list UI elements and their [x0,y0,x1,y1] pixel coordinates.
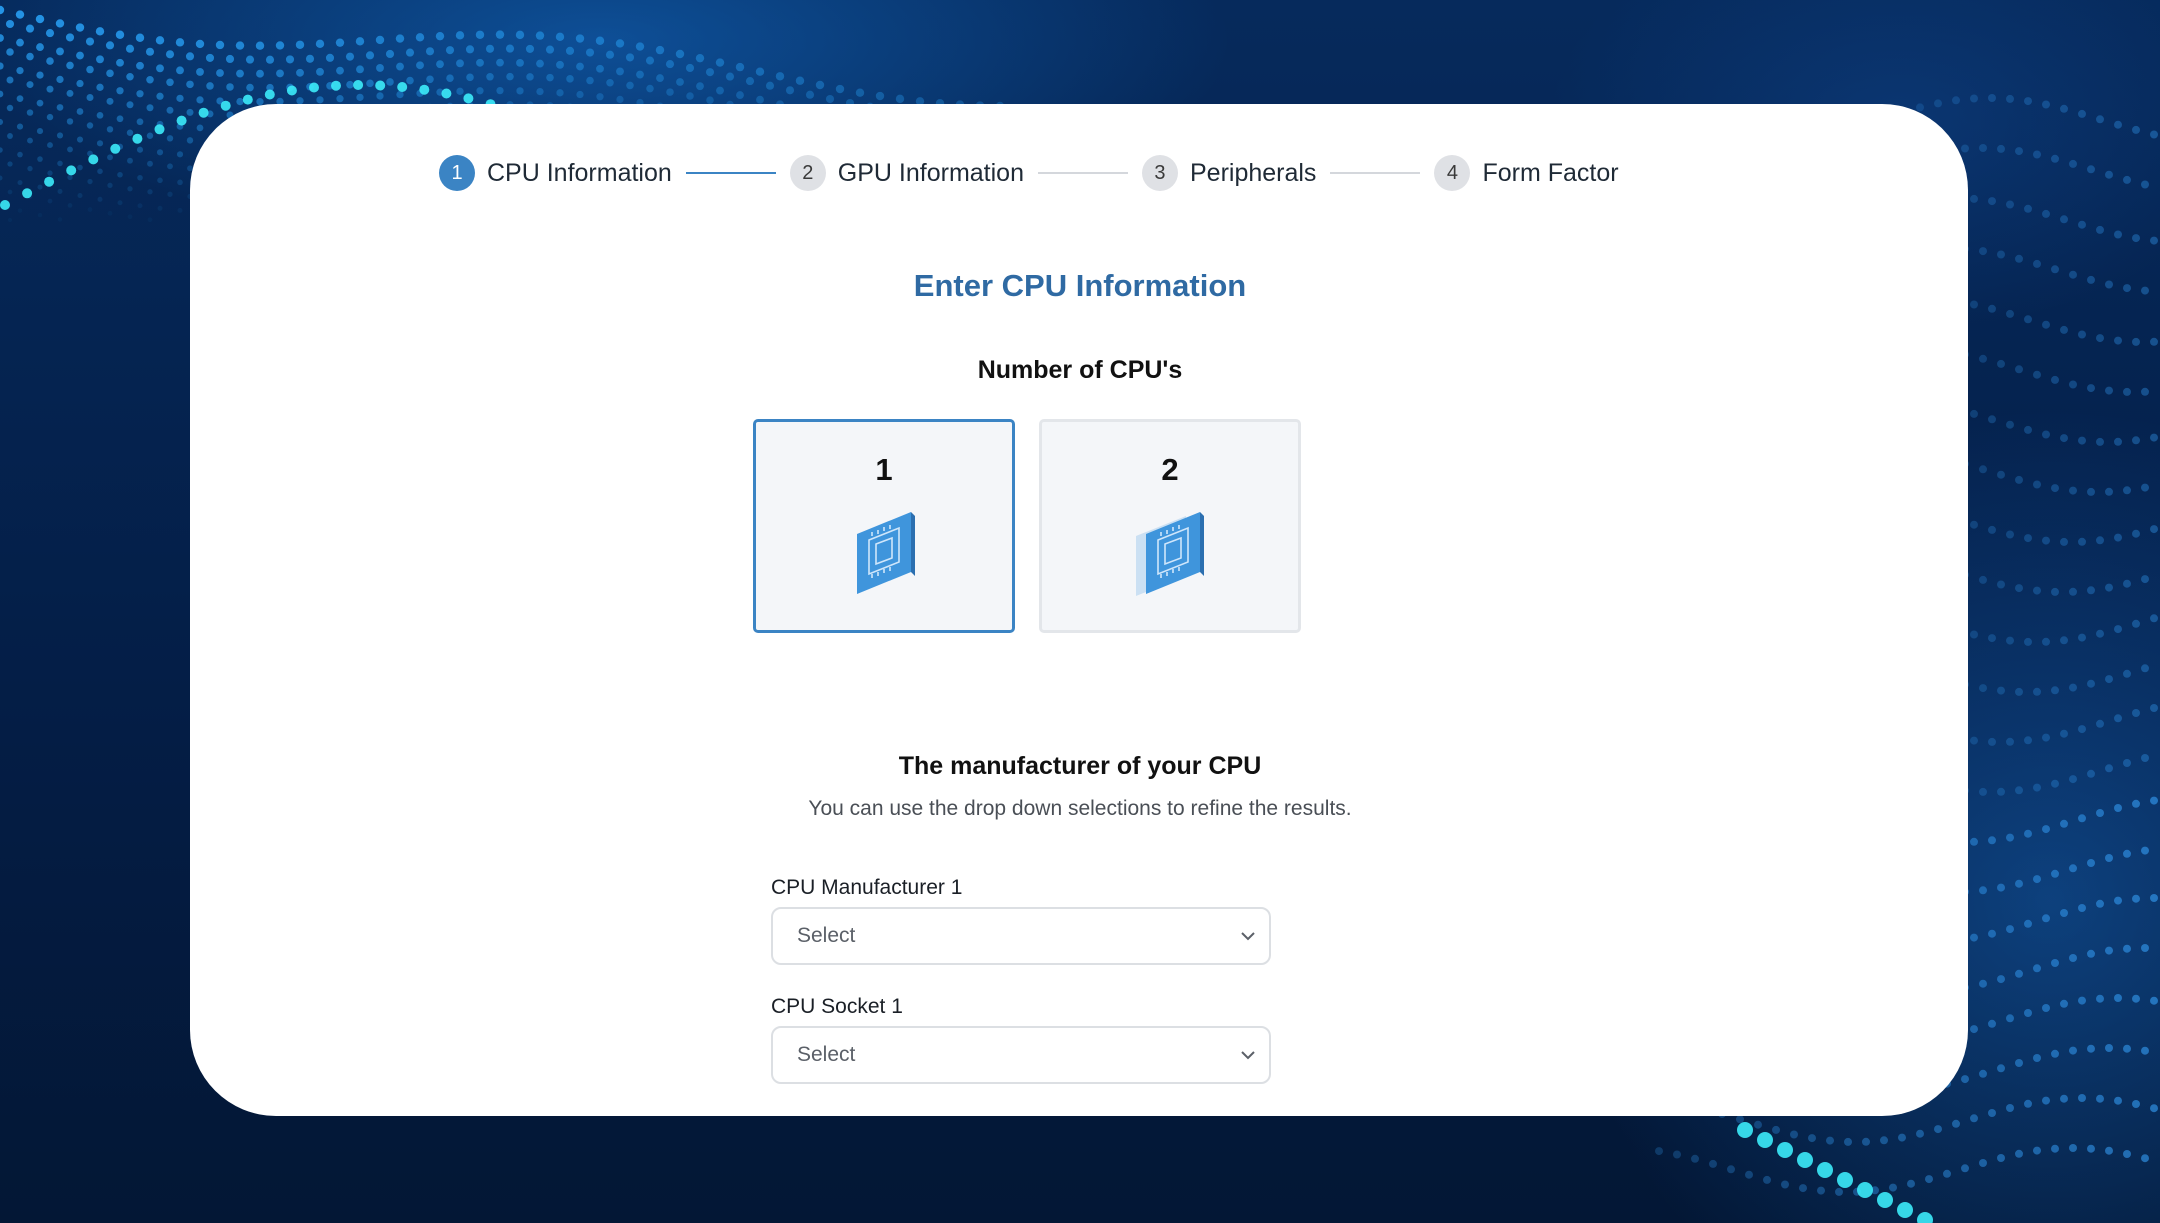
page-title: Enter CPU Information [913,268,1247,303]
step-connector [685,172,776,174]
step-form-factor[interactable]: 4 Form Factor [1434,155,1619,191]
manufacturer-heading: The manufacturer of your CPU [898,752,1262,780]
select-value: Select [797,924,856,947]
select-value: Select [797,1043,856,1066]
step-connector [1330,172,1421,174]
cpu-manufacturer-label: CPU Manufacturer 1 [771,876,963,899]
step-number: 3 [1141,155,1178,191]
step-peripherals[interactable]: 3 Peripherals [1141,155,1317,191]
manufacturer-description: You can use the drop down selections to … [808,797,1352,820]
chevron-down-icon [1241,1051,1255,1060]
step-number: 4 [1434,155,1471,191]
step-connector [1037,172,1128,174]
cpu-socket-label: CPU Socket 1 [771,995,903,1018]
cpu-manufacturer-select[interactable]: Select [771,907,1271,965]
step-label: CPU Information [487,158,672,187]
cpu-option-1[interactable]: 1 [753,419,1015,633]
cpu-chip-icon [857,512,915,594]
step-label: Peripherals [1189,158,1317,187]
step-label: GPU Information [837,158,1024,187]
cpu-option-count: 1 [875,452,893,487]
step-gpu-information[interactable]: 2 GPU Information [789,155,1024,191]
cpu-option-count: 2 [1161,452,1179,487]
cpu-option-2[interactable]: 2 [1039,419,1301,633]
dual-cpu-chip-icon [1136,512,1204,596]
chevron-down-icon [1241,932,1255,941]
step-number: 2 [789,155,826,191]
stepper: 1 CPU Information 2 GPU Information 3 Pe… [439,150,1619,196]
step-cpu-information[interactable]: 1 CPU Information [439,155,672,191]
step-number: 1 [439,155,475,191]
step-label: Form Factor [1482,158,1619,187]
cpu-socket-select[interactable]: Select [771,1026,1271,1084]
cpu-count-heading: Number of CPU's [977,356,1183,384]
